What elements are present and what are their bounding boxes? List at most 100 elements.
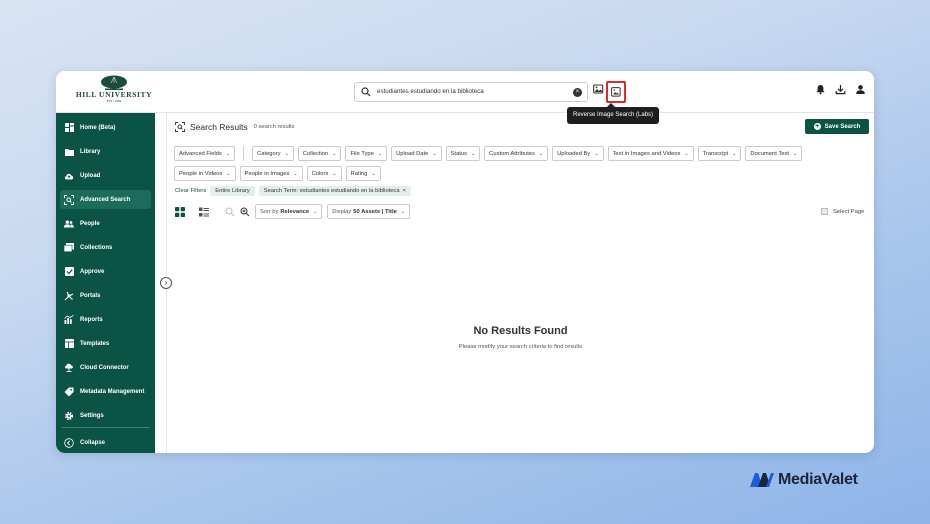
image-search-icon[interactable] <box>593 84 604 95</box>
chevron-down-icon: ⌄ <box>684 150 689 157</box>
sidebar-item-label: Settings <box>80 412 104 419</box>
save-search-button[interactable]: + Save Search <box>805 119 869 134</box>
collapse-label: Collapse <box>80 439 106 446</box>
filter-label: Transcript <box>702 150 729 157</box>
filter-label: Document Text <box>750 150 789 157</box>
top-right-actions <box>815 84 866 95</box>
advanced-search-icon <box>175 122 185 132</box>
sidebar-item-people[interactable]: People <box>60 214 151 233</box>
sidebar-item-reports[interactable]: Reports <box>60 310 151 329</box>
search-bar[interactable]: estudiantes estudiando en la biblioteca … <box>354 82 588 102</box>
mediavalet-brand: MediaValet <box>749 471 858 489</box>
metadata-tag-icon <box>64 387 74 397</box>
clear-search-icon[interactable]: × <box>573 88 582 97</box>
sidebar-item-label: Reports <box>80 316 103 323</box>
mediavalet-logo-icon <box>750 473 774 487</box>
sidebar-collapse-button[interactable]: Collapse <box>60 433 151 452</box>
chevron-left-circle-icon <box>64 437 74 448</box>
zoom-in-icon[interactable] <box>240 207 250 217</box>
filter-tag-library: Entire Library <box>210 186 255 196</box>
filter-status[interactable]: Status ⌄ <box>445 146 481 161</box>
filter-custom-attributes[interactable]: Custom Attributes ⌄ <box>484 146 549 161</box>
filter-transcript[interactable]: Transcript ⌄ <box>697 146 742 161</box>
collections-icon <box>64 243 74 253</box>
filter-text-in-images-videos[interactable]: Text in Images and Videos ⌄ <box>607 146 694 161</box>
filter-document-text[interactable]: Document Text ⌄ <box>745 146 803 161</box>
select-page-control[interactable]: Select Page <box>821 208 864 215</box>
zoom-out-icon[interactable] <box>225 207 235 217</box>
filter-file-type[interactable]: File Type ⌄ <box>345 146 388 161</box>
sidebar-item-cloud-connector[interactable]: Cloud Connector <box>60 358 151 377</box>
expand-panel-button[interactable]: › <box>160 277 172 289</box>
filter-label: Advanced Fields <box>179 150 222 157</box>
sidebar-item-label: Advanced Search <box>80 196 131 203</box>
sidebar-item-settings[interactable]: Settings <box>60 406 151 425</box>
tree-logo-icon <box>101 75 127 90</box>
chevron-down-icon: ⌄ <box>371 170 376 177</box>
sidebar-item-advanced-search[interactable]: Advanced Search <box>60 190 151 209</box>
sidebar-item-templates[interactable]: Templates <box>60 334 151 353</box>
sidebar-item-label: Portals <box>80 292 101 299</box>
people-icon <box>64 219 74 229</box>
filter-label: Status <box>450 150 467 157</box>
filter-label: File Type <box>350 150 374 157</box>
reverse-image-search-icon <box>611 87 621 97</box>
filter-divider <box>243 146 245 161</box>
filter-row-2: People in Videos ⌄ People in Images ⌄ Colo… <box>174 166 381 181</box>
display-select[interactable]: Display 50 Assets | Title ⌄ <box>327 204 410 219</box>
sidebar-item-approve[interactable]: Approve <box>60 262 151 281</box>
sidebar-item-library[interactable]: Library <box>60 142 151 161</box>
filter-label: Upload Date <box>396 150 429 157</box>
portals-icon <box>64 291 74 301</box>
chevron-down-icon: ⌄ <box>332 150 337 157</box>
save-search-label: Save Search <box>824 123 861 130</box>
clear-filters-link[interactable]: Clear Filters <box>175 188 206 194</box>
filter-advanced-fields[interactable]: Advanced Fields ⌄ <box>174 146 236 161</box>
grid-view-icon[interactable] <box>175 206 185 217</box>
filter-uploaded-by[interactable]: Uploaded By ⌄ <box>552 146 604 161</box>
filter-colors[interactable]: Colors ⌄ <box>306 166 342 181</box>
download-icon[interactable] <box>835 84 846 95</box>
sidebar-item-metadata-management[interactable]: Metadata Management <box>60 382 151 401</box>
filter-collection[interactable]: Collection ⌄ <box>297 146 342 161</box>
bell-icon[interactable] <box>815 84 826 95</box>
sidebar: Home (Beta) Library Upload Advanced Sear… <box>56 113 155 453</box>
reverse-image-search-button[interactable] <box>606 81 626 103</box>
sidebar-item-home[interactable]: Home (Beta) <box>60 118 151 137</box>
filter-category[interactable]: Category ⌄ <box>252 146 294 161</box>
filter-row-1: Advanced Fields ⌄ Category ⌄ Collection ⌄ F… <box>174 146 803 161</box>
sidebar-item-label: Templates <box>80 340 110 347</box>
list-view-icon[interactable] <box>199 207 209 217</box>
reverse-image-search-tooltip: Reverse Image Search (Labs) <box>567 103 660 124</box>
filter-tag-search-term: Search Term: estudiantes estudiando en l… <box>258 186 412 196</box>
chevron-down-icon: ⌄ <box>284 150 289 157</box>
sidebar-divider <box>62 427 150 428</box>
search-input[interactable]: estudiantes estudiando en la biblioteca <box>377 88 484 95</box>
sidebar-item-collections[interactable]: Collections <box>60 238 151 257</box>
results-count: 0 search results <box>253 124 295 130</box>
display-prefix: Display <box>332 208 352 215</box>
user-profile-icon[interactable] <box>855 84 866 95</box>
university-logo[interactable]: HILL UNIVERSITY EST. 1984 <box>74 74 154 111</box>
logo-name: HILL UNIVERSITY <box>75 90 153 99</box>
filter-people-in-videos[interactable]: People in Videos ⌄ <box>174 166 236 181</box>
filter-rating[interactable]: Rating ⌄ <box>345 166 381 181</box>
filter-people-in-images[interactable]: People in Images ⌄ <box>239 166 303 181</box>
chevron-down-icon: ⌄ <box>332 170 337 177</box>
select-page-checkbox[interactable] <box>821 208 828 215</box>
filter-label: Collection <box>302 150 329 157</box>
home-grid-icon <box>64 123 74 133</box>
filter-upload-date[interactable]: Upload Date ⌄ <box>391 146 442 161</box>
filter-label: People in Images <box>244 170 290 177</box>
remove-tag-icon[interactable]: × <box>403 188 406 194</box>
approve-check-icon <box>64 267 74 277</box>
sidebar-item-label: Cloud Connector <box>80 364 129 371</box>
advanced-search-icon <box>64 194 74 205</box>
chevron-down-icon: ⌄ <box>732 150 737 157</box>
sort-by-select[interactable]: Sort by Relevance ⌄ <box>255 204 323 219</box>
sidebar-item-portals[interactable]: Portals <box>60 286 151 305</box>
sidebar-item-upload[interactable]: Upload <box>60 166 151 185</box>
empty-state-title: No Results Found <box>473 325 568 337</box>
filter-label: Uploaded By <box>557 150 591 157</box>
sort-prefix: Sort by <box>260 208 279 215</box>
